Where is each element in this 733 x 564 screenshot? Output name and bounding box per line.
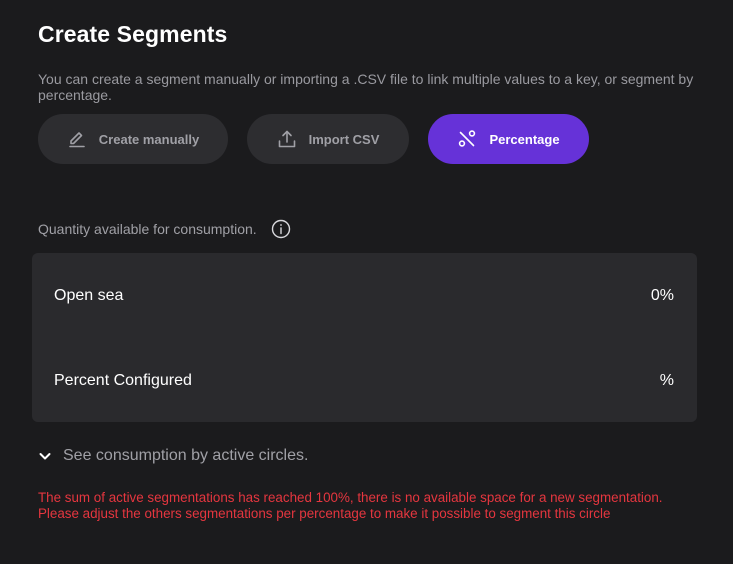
percentage-button[interactable]: Percentage [428,114,589,164]
percentage-label: Percentage [489,131,560,147]
percent-configured-label: Percent Configured [54,372,192,389]
page-description: You can create a segment manually or imp… [38,71,694,103]
see-consumption-toggle[interactable]: See consumption by active circles. [38,447,308,465]
import-csv-button[interactable]: Import CSV [247,114,409,164]
create-manually-label: Create manually [98,131,200,147]
error-message: The sum of active segmentations has reac… [38,490,728,522]
percent-configured-row: Percent Configured % [54,372,674,390]
chevron-down-icon [38,449,52,463]
quantity-label-text: Quantity available for consumption. [38,221,257,237]
percent-configured-value: % [659,372,674,389]
consumption-panel: Open sea 0% Percent Configured % [32,253,697,422]
page-title: Create Segments [38,21,228,47]
upload-icon [277,129,297,149]
error-line-1: The sum of active segmentations has reac… [38,490,663,505]
open-sea-value: 0% [650,287,674,304]
open-sea-label: Open sea [54,287,124,304]
create-manually-button[interactable]: Create manually [38,114,228,164]
pencil-icon [67,129,87,149]
quantity-available-label: Quantity available for consumption. [38,219,291,239]
error-line-2: Please adjust the others segmentations p… [38,506,611,521]
open-sea-row: Open sea 0% [54,287,674,305]
see-consumption-label: See consumption by active circles. [63,447,309,464]
percent-icon [457,129,477,149]
create-segments-page: Create Segments You can create a segment… [0,0,733,564]
info-icon[interactable] [271,219,291,239]
import-csv-label: Import CSV [308,131,380,147]
